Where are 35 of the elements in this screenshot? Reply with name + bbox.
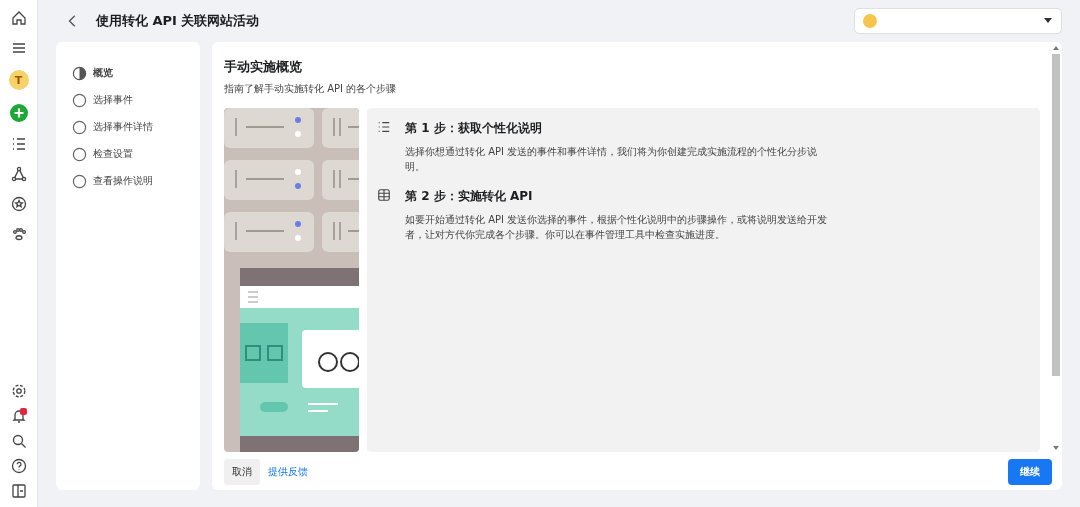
step-title: 第 2 步：实施转化 API [405, 188, 534, 205]
network-icon[interactable] [10, 166, 27, 182]
paw-icon[interactable] [10, 226, 27, 242]
section-title: 手动实施概览 [224, 58, 303, 76]
step-label[interactable]: 选择事件详情 [93, 120, 153, 134]
scroll-down-icon[interactable] [1053, 446, 1059, 450]
account-avatar-icon [863, 14, 877, 28]
list-icon[interactable] [10, 136, 27, 152]
stack-icon [377, 188, 391, 202]
step-description: 如要开始通过转化 API 发送你选择的事件，根据个性化说明中的步骤操作，或将说明发送给开发者，让对方代你完成各个步骤。你可以在事件管理工具中检查实施进度。 [405, 213, 829, 242]
add-icon[interactable] [9, 104, 28, 122]
caret-icon [1043, 18, 1053, 24]
notification-bell-icon[interactable] [10, 408, 27, 424]
help-icon[interactable] [10, 458, 27, 474]
scroll-up-icon[interactable] [1053, 46, 1059, 50]
search-icon[interactable] [10, 433, 27, 449]
star-icon[interactable] [10, 196, 27, 212]
home-icon[interactable] [10, 10, 27, 26]
step-label[interactable]: 概览 [93, 66, 113, 80]
panel-toggle-icon[interactable] [10, 483, 27, 499]
settings-icon[interactable] [10, 383, 27, 399]
step-label[interactable]: 查看操作说明 [93, 174, 153, 188]
menu-icon[interactable] [10, 40, 27, 56]
page-title: 使用转化 API 关联网站活动 [96, 12, 260, 30]
step-title: 第 1 步：获取个性化说明 [405, 120, 543, 137]
step-description: 选择你想通过转化 API 发送的事件和事件详情，我们将为你创建完成实施流程的个性化分步说明。 [405, 145, 819, 174]
scrollbar-thumb[interactable] [1052, 54, 1060, 376]
account-avatar[interactable]: T [8, 70, 29, 90]
step-label[interactable]: 选择事件 [93, 93, 133, 107]
step-label[interactable]: 检查设置 [93, 147, 133, 161]
continue-button[interactable]: 继续 [1008, 459, 1052, 485]
section-subtitle: 指南了解手动实施转化 API 的各个步骤 [224, 82, 398, 96]
cancel-button[interactable]: 取消 [224, 459, 260, 485]
list-icon [377, 120, 391, 134]
feedback-link[interactable]: 提供反馈 [268, 465, 308, 479]
